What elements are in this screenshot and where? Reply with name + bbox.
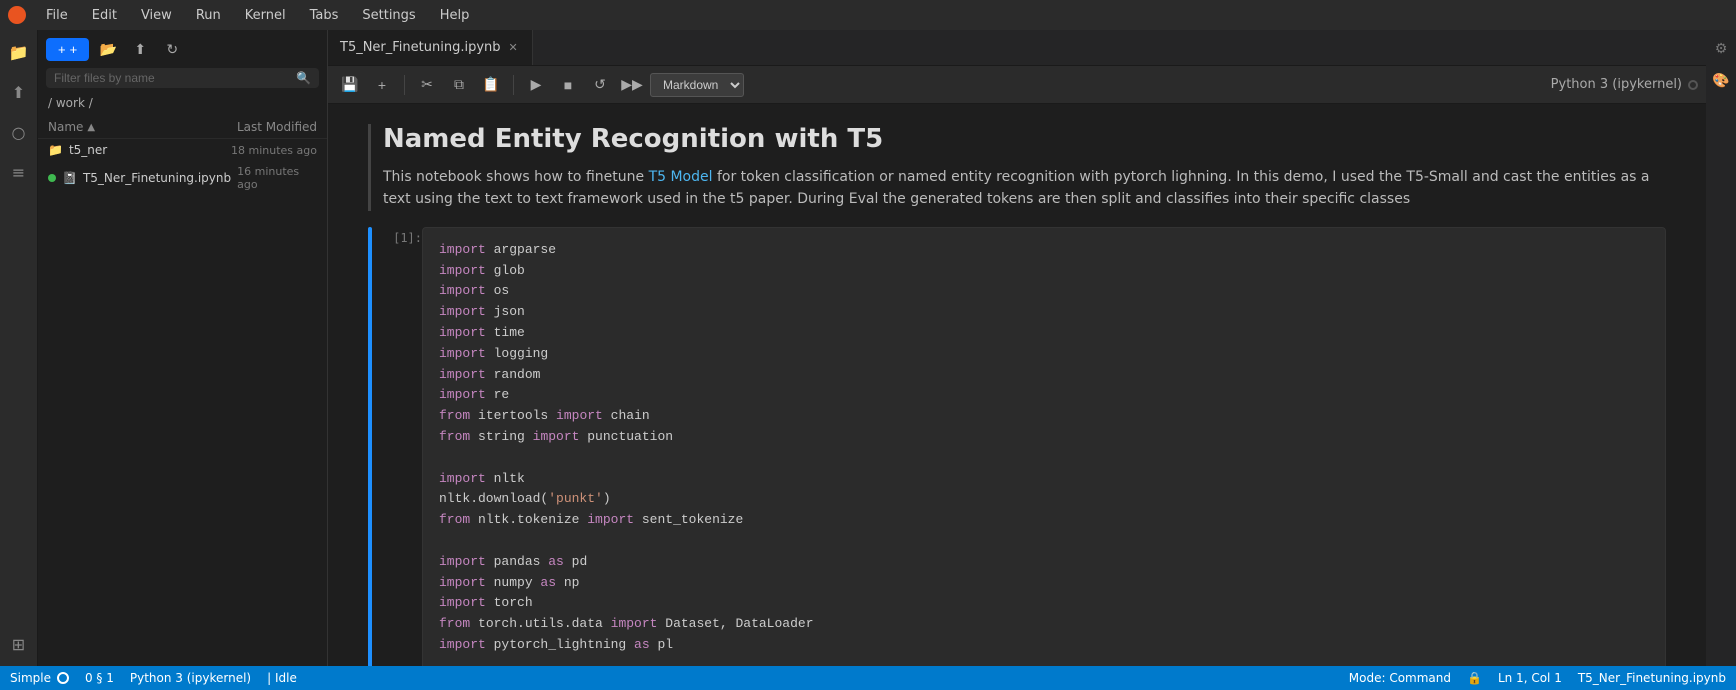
search-bar: 🔍 [46,68,319,88]
status-kernel: Python 3 (ipykernel) [130,671,251,685]
menu-file[interactable]: File [42,6,72,25]
list-item[interactable]: 📓 T5_Ner_Finetuning.ipynb 16 minutes ago [38,161,327,195]
t5-link[interactable]: T5 Model [649,169,713,185]
notebook-area: T5_Ner_Finetuning.ipynb ✕ 💾 + ✂ ⧉ 📋 ▶ ■ … [328,30,1706,666]
plus-icon: + [58,42,66,57]
markdown-cell: Named Entity Recognition with T5 This no… [368,124,1666,211]
breadcrumb: / work / [38,94,327,116]
status-idle: | Idle [267,671,297,685]
cell-type-select[interactable]: Markdown Code Raw [650,73,744,97]
sort-arrow: ▲ [87,122,95,133]
run-all-btn[interactable]: ▶▶ [618,71,646,99]
toolbar-divider2 [513,75,514,95]
tab-bar: T5_Ner_Finetuning.ipynb ✕ [328,30,1706,66]
status-mode-label: Simple [10,671,51,685]
stop-btn[interactable]: ■ [554,71,582,99]
menu-tabs[interactable]: Tabs [306,6,343,25]
status-numbers: 0 § 1 [85,671,114,685]
restart-btn[interactable]: ↺ [586,71,614,99]
refresh-btn[interactable]: ↻ [159,36,185,62]
upload-btn[interactable]: ⬆ [127,36,153,62]
settings-right-icon[interactable]: ⚙ [1710,38,1732,60]
kernel-selector: Python 3 (ipykernel) [1551,77,1698,92]
menu-settings[interactable]: Settings [358,6,419,25]
copy-btn[interactable]: ⧉ [445,71,473,99]
menubar: File Edit View Run Kernel Tabs Settings … [0,0,1736,30]
files-icon[interactable]: 📁 [5,38,33,66]
notebook-toolbar: 💾 + ✂ ⧉ 📋 ▶ ■ ↺ ▶▶ Markdown Code Raw Pyt… [328,66,1706,104]
icon-sidebar: 📁 ⬆ ○ ≡ ⊞ [0,30,38,666]
menu-view[interactable]: View [137,6,176,25]
notebook-title: Named Entity Recognition with T5 [383,124,1666,154]
notebook-description: This notebook shows how to finetune T5 M… [383,166,1666,211]
extensions-icon[interactable]: ⊞ [5,630,33,658]
menu-kernel[interactable]: Kernel [241,6,290,25]
name-sort[interactable]: Name ▲ [48,120,95,134]
status-filename: T5_Ner_Finetuning.ipynb [1578,671,1726,685]
toolbar-divider [404,75,405,95]
app-logo [8,6,26,24]
file-list: 📁 t5_ner 18 minutes ago 📓 T5_Ner_Finetun… [38,139,327,666]
folder-icon-btn[interactable]: 📂 [95,36,121,62]
palette-icon[interactable]: 🎨 [1710,70,1732,92]
list-item[interactable]: 📁 t5_ner 18 minutes ago [38,139,327,161]
upload-icon[interactable]: ⬆ [5,78,33,106]
notebook-content[interactable]: Named Entity Recognition with T5 This no… [328,104,1706,666]
cut-btn[interactable]: ✂ [413,71,441,99]
status-simple: Simple [10,671,69,685]
menu-edit[interactable]: Edit [88,6,121,25]
save-btn[interactable]: 💾 [336,71,364,99]
status-position: Ln 1, Col 1 [1498,671,1562,685]
run-btn[interactable]: ▶ [522,71,550,99]
right-panel: ⚙ 🎨 [1706,30,1736,666]
status-bar: Simple 0 § 1 Python 3 (ipykernel) | Idle… [0,666,1736,690]
active-dot [48,174,56,182]
kernel-name: Python 3 (ipykernel) [1551,77,1682,92]
cell-code[interactable]: import argparse import glob import os im… [422,227,1666,666]
tab-close-icon[interactable]: ✕ [507,39,520,56]
kernel-status-circle [1688,80,1698,90]
file-toolbar: + + 📂 ⬆ ↻ [38,30,327,68]
menu-run[interactable]: Run [192,6,225,25]
add-cell-btn[interactable]: + [368,71,396,99]
tab-label: T5_Ner_Finetuning.ipynb [340,40,501,55]
list-icon[interactable]: ≡ [5,158,33,186]
status-command-mode: Mode: Command [1349,671,1451,685]
search-input[interactable] [54,71,290,85]
notebook-icon: 📓 [62,171,77,185]
file-panel: + + 📂 ⬆ ↻ 🔍 / work / Name ▲ Last Modifie… [38,30,328,666]
status-circle-icon [57,672,69,684]
notebook-tab[interactable]: T5_Ner_Finetuning.ipynb ✕ [328,30,533,65]
search-icon: 🔍 [296,71,311,85]
main-layout: 📁 ⬆ ○ ≡ ⊞ + + 📂 ⬆ ↻ 🔍 / work / Name ▲ La… [0,30,1736,666]
file-list-header: Name ▲ Last Modified [38,116,327,139]
menu-help[interactable]: Help [436,6,474,25]
folder-icon: 📁 [48,143,63,157]
status-right: Mode: Command 🔒 Ln 1, Col 1 T5_Ner_Finet… [1349,671,1726,685]
git-icon[interactable]: ○ [5,118,33,146]
status-shield-icon: 🔒 [1467,671,1482,685]
paste-btn[interactable]: 📋 [477,71,505,99]
cell-number: [1]: [372,227,422,666]
code-cell: [1]: import argparse import glob import … [368,227,1666,666]
new-button[interactable]: + + [46,38,89,61]
